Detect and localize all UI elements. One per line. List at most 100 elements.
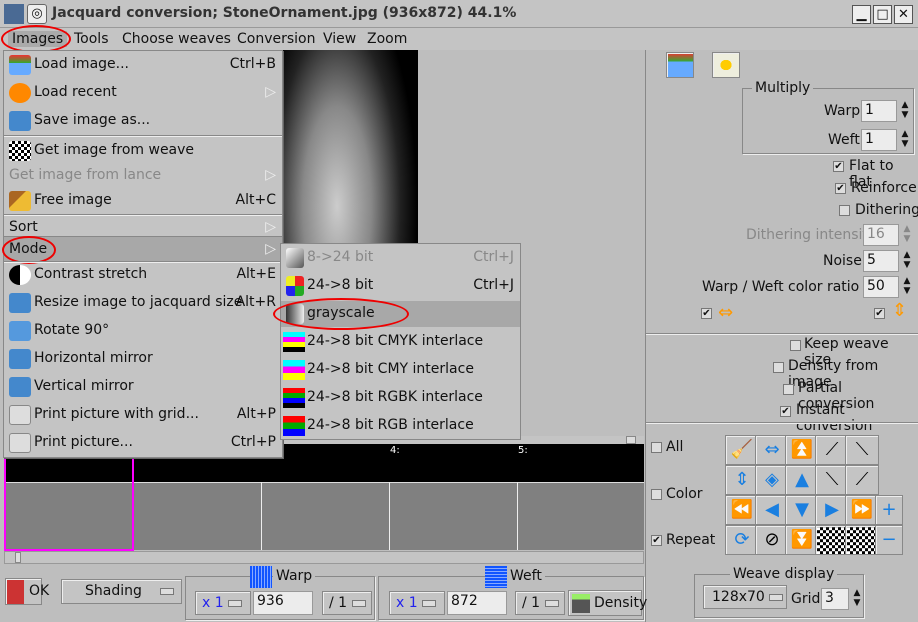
color-ratio-input[interactable]: 50 xyxy=(863,276,899,298)
menu-item-rgbk-interlace[interactable]: 24->8 bit RGBK interlace xyxy=(281,385,520,411)
color-label: Color xyxy=(666,486,703,502)
invert-button[interactable]: ⊘ xyxy=(755,525,789,555)
vertical-mirror-button[interactable]: ⇕ xyxy=(725,465,759,495)
ok-button[interactable]: OK xyxy=(5,578,49,605)
rgbk-icon xyxy=(283,388,305,408)
menu-item-load-image[interactable]: Load image... Ctrl+B xyxy=(4,52,282,78)
menu-item-resize-image[interactable]: Resize image to jacquard size Alt+R xyxy=(4,290,282,316)
double-down-button[interactable]: ⏬ xyxy=(785,525,819,555)
reinforce-checkbox[interactable]: ✔ xyxy=(835,183,846,194)
maximize-button[interactable]: □ xyxy=(873,5,892,24)
right-button[interactable]: ▶ xyxy=(815,495,849,525)
down-button[interactable]: ▼ xyxy=(785,495,819,525)
horizontal-scrollbar[interactable] xyxy=(4,551,644,564)
warp-multiplier-select[interactable]: x 1 xyxy=(195,591,251,615)
double-left-button[interactable]: ⏪ xyxy=(725,495,759,525)
warp-multiply-spinner[interactable]: ▲ ▼ xyxy=(900,100,910,120)
keep-weave-size-checkbox[interactable] xyxy=(790,340,801,351)
weft-icon xyxy=(485,566,507,588)
rotate-weave-button[interactable]: ◈ xyxy=(755,465,789,495)
printer-icon xyxy=(9,405,31,425)
flat-to-flat-checkbox[interactable]: ✔ xyxy=(833,161,844,172)
menu-item-cmy-interlace[interactable]: 24->8 bit CMY interlace xyxy=(281,357,520,383)
shortcut: Alt+R xyxy=(235,294,276,310)
grid-spinner[interactable]: ▲ ▼ xyxy=(852,588,862,608)
horizontal-arrows-icon: ⇔ xyxy=(718,302,734,323)
rotate-icon xyxy=(9,321,31,341)
menu-choose-weaves[interactable]: Choose weaves xyxy=(122,31,231,47)
broom-button[interactable]: 🧹 xyxy=(725,435,759,465)
grid-input[interactable]: 3 xyxy=(821,588,849,610)
partial-conversion-checkbox[interactable] xyxy=(783,384,794,395)
double-up-button[interactable]: ⏫ xyxy=(785,435,819,465)
weave-display-size-select[interactable]: 128x70 xyxy=(703,585,787,609)
double-right-button[interactable]: ⏩ xyxy=(845,495,879,525)
menu-item-contrast-stretch[interactable]: Contrast stretch Alt+E xyxy=(4,262,282,288)
menu-item-24-8-bit[interactable]: 24->8 bit Ctrl+J xyxy=(281,273,520,299)
menu-item-save-image[interactable]: Save image as... xyxy=(4,108,282,134)
menu-item-free-image[interactable]: Free image Alt+C xyxy=(4,188,282,214)
weave-in-button[interactable] xyxy=(815,525,849,555)
noise-spinner[interactable]: ▲ ▼ xyxy=(902,250,912,270)
grid-label: Grid xyxy=(791,591,821,607)
minimize-button[interactable]: ▁ xyxy=(852,5,871,24)
menu-item-cmyk-interlace[interactable]: 24->8 bit CMYK interlace xyxy=(281,329,520,355)
multiply-title: Multiply xyxy=(752,80,814,96)
label: Contrast stretch xyxy=(34,266,148,282)
title-bar: ◎ Jacquard conversion; StoneOrnament.jpg… xyxy=(0,0,918,28)
horizontal-link-checkbox[interactable]: ✔ xyxy=(701,308,712,319)
menu-item-load-recent[interactable]: Load recent ▷ xyxy=(4,80,282,106)
weft-multiply-input[interactable]: 1 xyxy=(861,129,897,151)
menu-item-rotate[interactable]: Rotate 90° xyxy=(4,318,282,344)
up-button[interactable]: ▲ xyxy=(785,465,819,495)
menu-item-rgb-interlace[interactable]: 24->8 bit RGB interlace xyxy=(281,413,520,439)
shift-diagonal-up-button[interactable]: ⟋ xyxy=(845,465,879,495)
color-ratio-spinner[interactable]: ▲ ▼ xyxy=(902,276,912,296)
instant-conversion-checkbox[interactable]: ✔ xyxy=(780,406,791,417)
refresh-button[interactable]: ⟳ xyxy=(725,525,759,555)
menu-item-print-with-grid[interactable]: Print picture with grid... Alt+P xyxy=(4,402,282,428)
all-checkbox[interactable] xyxy=(651,442,662,453)
weft-multiplier-select[interactable]: x 1 xyxy=(389,591,445,615)
open-weave-button[interactable] xyxy=(666,52,694,78)
selected-weave-cell[interactable] xyxy=(4,444,134,551)
left-button[interactable]: ◀ xyxy=(755,495,789,525)
menu-conversion[interactable]: Conversion xyxy=(237,31,316,47)
printer-icon xyxy=(9,433,31,453)
weft-multiply-spinner[interactable]: ▲ ▼ xyxy=(900,129,910,149)
menu-tools[interactable]: Tools xyxy=(74,31,109,47)
weft-divisor-select[interactable]: / 1 xyxy=(515,591,565,615)
system-menu-icon[interactable]: ◎ xyxy=(27,4,47,24)
density-button[interactable]: Density xyxy=(568,590,647,616)
menu-item-print-picture[interactable]: Print picture... Ctrl+P xyxy=(4,430,282,456)
weft-divisor: / 1 xyxy=(522,595,541,611)
close-button[interactable]: ✕ xyxy=(894,5,913,24)
label: Print picture... xyxy=(34,434,133,450)
color-checkbox[interactable] xyxy=(651,489,662,500)
shift-diagonal-down-button[interactable]: ⟍ xyxy=(815,465,849,495)
pattern-button[interactable] xyxy=(712,52,740,78)
shift-diagonal-right-button[interactable]: ⟋ xyxy=(815,435,849,465)
minus-button[interactable]: − xyxy=(875,525,903,555)
menu-view[interactable]: View xyxy=(323,31,356,47)
menu-item-vertical-mirror[interactable]: Vertical mirror xyxy=(4,374,282,400)
warp-multiply-input[interactable]: 1 xyxy=(861,100,897,122)
horizontal-mirror-button[interactable]: ⇔ xyxy=(755,435,789,465)
warp-input[interactable]: 936 xyxy=(253,591,313,615)
dithering-label: Dithering xyxy=(855,202,918,218)
menu-item-get-image-from-weave[interactable]: Get image from weave xyxy=(4,138,282,164)
shading-select[interactable]: Shading xyxy=(61,579,182,604)
menu-item-horizontal-mirror[interactable]: Horizontal mirror xyxy=(4,346,282,372)
weft-input[interactable]: 872 xyxy=(447,591,507,615)
repeat-checkbox[interactable]: ✔ xyxy=(651,535,662,546)
dithering-checkbox[interactable] xyxy=(839,205,850,216)
menu-zoom[interactable]: Zoom xyxy=(367,31,407,47)
shift-diagonal-left-button[interactable]: ⟍ xyxy=(845,435,879,465)
plus-button[interactable]: + xyxy=(875,495,903,525)
warp-divisor-select[interactable]: / 1 xyxy=(322,591,372,615)
density-from-image-checkbox[interactable] xyxy=(773,362,784,373)
noise-input[interactable]: 5 xyxy=(863,250,899,272)
vertical-link-checkbox[interactable]: ✔ xyxy=(874,308,885,319)
weave-out-button[interactable] xyxy=(845,525,879,555)
calculator-icon xyxy=(572,594,590,613)
